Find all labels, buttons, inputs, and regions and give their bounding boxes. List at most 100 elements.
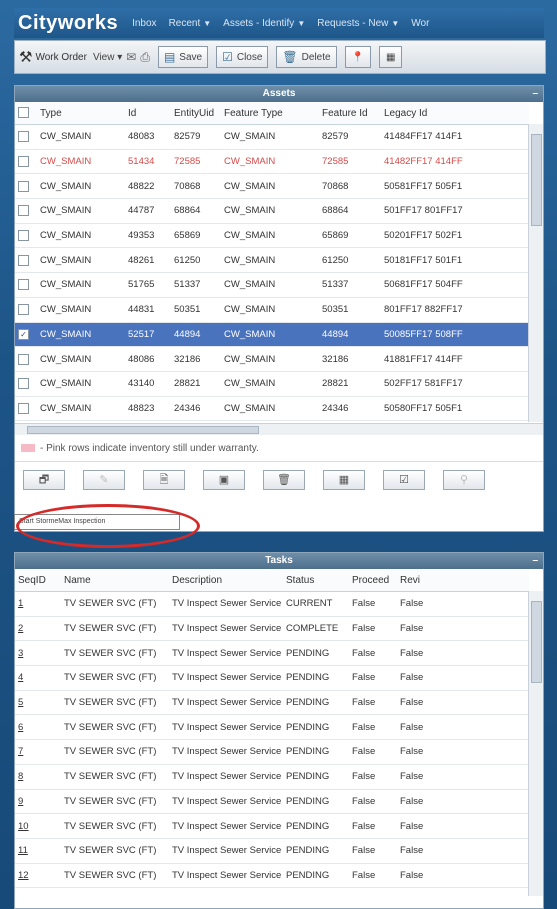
view-menu[interactable]: View ▾ — [93, 52, 122, 63]
nav-recent[interactable]: Recent ▼ — [169, 18, 212, 29]
assets-horizontal-scrollbar[interactable] — [15, 423, 543, 435]
table-cell: 82579 — [319, 124, 381, 150]
table-row[interactable]: CW_SMAIN 48086 32186 CW_SMAIN 32186 41881FF17… — [15, 346, 529, 372]
col-header[interactable]: SeqID — [15, 569, 61, 592]
table-row[interactable]: CW_SMAIN 48823 24346 CW_SMAIN 24346 50580FF17… — [15, 396, 529, 422]
email-icon[interactable]: ✉ — [126, 50, 136, 64]
nav-assets-identify[interactable]: Assets - Identify ▼ — [223, 18, 305, 29]
row-checkbox[interactable] — [15, 346, 37, 372]
seq-link[interactable]: 5 — [18, 697, 23, 708]
map-icon[interactable]: ▣ — [203, 470, 245, 490]
seq-link[interactable]: 11 — [18, 845, 28, 856]
table-row[interactable]: 6 TV SEWER SVC (FT) TV Inspect Sewer Servi… — [15, 714, 529, 741]
col-header[interactable]: Status — [283, 569, 349, 592]
table-cell: False — [397, 789, 529, 815]
row-checkbox[interactable] — [15, 396, 37, 422]
nav-inbox[interactable]: Inbox — [132, 18, 156, 29]
table-row[interactable]: CW_SMAIN 48822 70868 CW_SMAIN 70868 50581FF17… — [15, 173, 529, 200]
minimize-icon[interactable]: – — [532, 553, 538, 569]
tasks-vertical-scrollbar[interactable] — [528, 591, 543, 896]
table-row[interactable]: 11 TV SEWER SVC (FT) TV Inspect Sewer Serv… — [15, 838, 529, 864]
seq-link[interactable]: 8 — [18, 771, 23, 782]
assets-vertical-scrollbar[interactable] — [528, 124, 543, 422]
table-row[interactable]: 4 TV SEWER SVC (FT) TV Inspect Sewer Servi… — [15, 665, 529, 691]
row-checkbox[interactable] — [15, 173, 37, 200]
col-header[interactable]: Revi — [397, 569, 529, 592]
seq-link[interactable]: 12 — [18, 870, 29, 881]
document-icon[interactable]: 🗎 — [143, 470, 185, 490]
seq-link[interactable]: 2 — [18, 623, 23, 634]
work-order-toolbar: ⚒ Work Order View ▾ ✉ ⎙ ▤ Save ☑ Close 🗑 Del… — [14, 40, 546, 74]
table-row[interactable]: CW_SMAIN 51434 72585 CW_SMAIN 72585 41482FF17… — [15, 149, 529, 175]
table-cell: False — [397, 690, 529, 716]
table-cell: False — [397, 640, 529, 667]
table-row[interactable]: CW_SMAIN 51765 51337 CW_SMAIN 51337 50681FF17… — [15, 272, 529, 298]
col-header[interactable]: Id — [125, 102, 171, 125]
nav-requests-new[interactable]: Requests - New ▼ — [317, 18, 399, 29]
col-header[interactable]: Legacy Id — [381, 102, 529, 125]
seq-link[interactable]: 1 — [18, 598, 23, 609]
row-checkbox[interactable] — [15, 149, 37, 175]
seq-link[interactable]: 6 — [18, 722, 23, 733]
col-header[interactable]: Type — [37, 102, 125, 125]
table-row[interactable]: 10 TV SEWER SVC (FT) TV Inspect Sewer Serv… — [15, 813, 529, 839]
table-row[interactable]: CW_SMAIN 43140 28821 CW_SMAIN 28821 502FF17 5… — [15, 371, 529, 397]
row-checkbox[interactable] — [15, 247, 37, 274]
table-row[interactable]: 7 TV SEWER SVC (FT) TV Inspect Sewer Servi… — [15, 739, 529, 765]
seq-link[interactable]: 3 — [18, 648, 23, 659]
col-header[interactable]: Description — [169, 569, 283, 592]
pin-button[interactable]: 📍 — [344, 46, 372, 68]
trash-icon[interactable]: 🗑 — [263, 470, 305, 490]
close-button[interactable]: ☑ Close — [216, 46, 269, 68]
select-all-checkbox[interactable] — [15, 102, 37, 125]
table-row[interactable]: CW_SMAIN 44787 68864 CW_SMAIN 68864 501FF17 8… — [15, 198, 529, 224]
table-row[interactable]: 5 TV SEWER SVC (FT) TV Inspect Sewer Servi… — [15, 690, 529, 716]
nav-work-orders[interactable]: Wor — [411, 18, 429, 29]
row-checkbox[interactable] — [15, 198, 37, 224]
seq-link[interactable]: 9 — [18, 796, 23, 807]
table-row[interactable]: 9 TV SEWER SVC (FT) TV Inspect Sewer Servi… — [15, 789, 529, 815]
grid-button[interactable]: ▦ — [379, 46, 403, 68]
row-checkbox[interactable] — [15, 124, 37, 150]
table-cell: 801FF17 882FF17 — [381, 297, 529, 323]
edit-icon[interactable]: ✎ — [83, 470, 125, 490]
table-cell: TV SEWER SVC (FT) — [61, 764, 169, 790]
inspection-button[interactable]: 🗗 — [23, 470, 65, 490]
row-checkbox[interactable] — [15, 272, 37, 298]
table-row[interactable]: 2 TV SEWER SVC (FT) TV Inspect Sewer Servi… — [15, 616, 529, 642]
table-row[interactable]: CW_SMAIN 48083 82579 CW_SMAIN 82579 41484FF17… — [15, 124, 529, 150]
table-row[interactable]: 3 TV SEWER SVC (FT) TV Inspect Sewer Servi… — [15, 640, 529, 667]
checklist-icon[interactable]: ☑ — [383, 470, 425, 490]
table-cell: CW_SMAIN — [221, 198, 319, 224]
row-checkbox[interactable] — [15, 297, 37, 323]
row-checkbox[interactable] — [15, 223, 37, 249]
calculator-icon[interactable]: ▦ — [323, 470, 365, 490]
delete-button[interactable]: 🗑 Delete — [276, 46, 337, 68]
table-row[interactable]: 12 TV SEWER SVC (FT) TV Inspect Sewer Serv… — [15, 863, 529, 889]
col-header[interactable]: Feature Type — [221, 102, 319, 125]
table-row[interactable]: CW_SMAIN 49353 65869 CW_SMAIN 65869 50201FF17… — [15, 223, 529, 249]
minimize-icon[interactable]: – — [532, 86, 538, 102]
seq-link[interactable]: 10 — [18, 821, 29, 832]
table-row[interactable]: CW_SMAIN 48261 61250 CW_SMAIN 61250 50181FF17… — [15, 247, 529, 274]
save-icon: ▤ — [163, 50, 176, 64]
seq-link[interactable]: 7 — [18, 746, 23, 757]
col-header[interactable]: EntityUid — [171, 102, 221, 125]
row-checkbox[interactable] — [15, 371, 37, 397]
table-row[interactable]: 8 TV SEWER SVC (FT) TV Inspect Sewer Servi… — [15, 764, 529, 790]
table-cell: 50181FF17 501F1 — [381, 247, 529, 274]
table-row[interactable]: ✓ CW_SMAIN 52517 44894 CW_SMAIN 44894 50085FF1… — [15, 322, 529, 348]
table-cell: 72585 — [171, 149, 221, 175]
save-button[interactable]: ▤ Save — [157, 46, 209, 68]
col-header[interactable]: Feature Id — [319, 102, 381, 125]
row-checkbox[interactable]: ✓ — [15, 322, 37, 348]
table-cell: TV Inspect Sewer Service — [169, 591, 283, 617]
seq-link[interactable]: 4 — [18, 672, 23, 683]
table-row[interactable]: 1 TV SEWER SVC (FT) TV Inspect Sewer Servi… — [15, 591, 529, 617]
col-header[interactable]: Proceed — [349, 569, 397, 592]
print-icon[interactable]: ⎙ — [140, 50, 150, 65]
attach-icon[interactable]: ⚲ — [443, 470, 485, 490]
table-row[interactable]: CW_SMAIN 44831 50351 CW_SMAIN 50351 801FF17 8… — [15, 297, 529, 323]
table-cell: PENDING — [283, 640, 349, 667]
col-header[interactable]: Name — [61, 569, 169, 592]
